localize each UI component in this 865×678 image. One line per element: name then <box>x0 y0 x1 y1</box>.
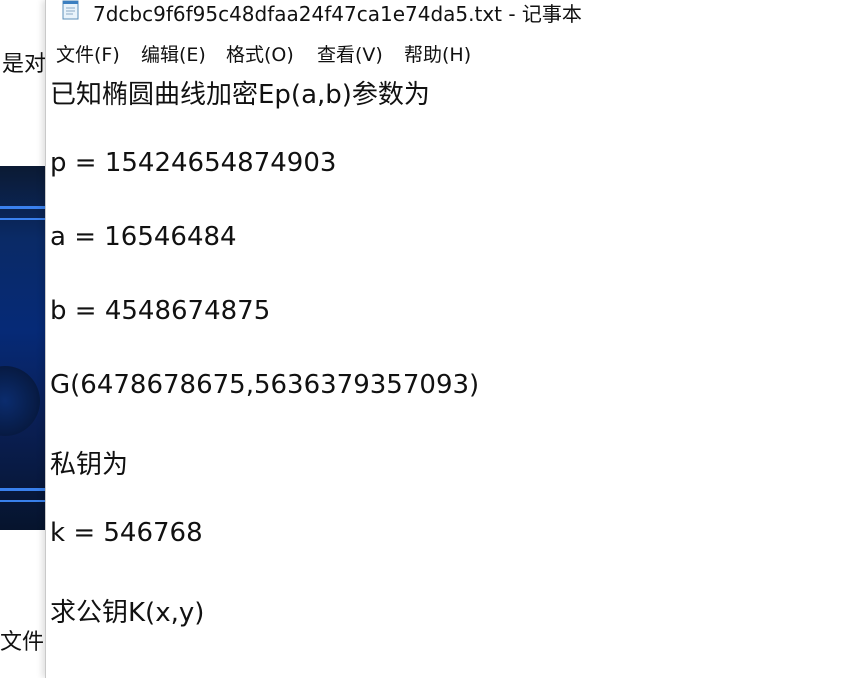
background-stripe <box>0 206 46 209</box>
menu-help[interactable]: 帮助(H) <box>404 40 471 67</box>
menu-bar: 文件(F) 编辑(E) 格式(O) 查看(V) 帮助(H) <box>46 36 865 69</box>
notepad-window[interactable]: 7dcbc9f6f95c48dfaa24f47ca1e74da5.txt - 记… <box>45 0 865 678</box>
background-stripe <box>0 488 46 491</box>
content-line: G(6478678675,5636379357093) <box>50 370 480 400</box>
background-image <box>0 166 46 530</box>
window-title: 7dcbc9f6f95c48dfaa24f47ca1e74da5.txt - 记… <box>93 2 582 26</box>
content-line: 已知椭圆曲线加密Ep(a,b)参数为 <box>50 80 430 110</box>
background-stripe <box>0 500 46 502</box>
content-line: p = 15424654874903 <box>50 148 337 178</box>
content-line: 私钥为 <box>50 450 129 480</box>
title-bar[interactable]: 7dcbc9f6f95c48dfaa24f47ca1e74da5.txt - 记… <box>46 0 865 30</box>
content-line: b = 4548674875 <box>50 296 271 326</box>
notepad-file-icon <box>62 0 79 20</box>
background-window: 是对 文件↩ <box>0 0 62 678</box>
content-line: a = 16546484 <box>50 222 237 252</box>
content-line: k = 546768 <box>50 518 203 548</box>
background-text-top: 是对 <box>2 52 47 77</box>
content-line: 求公钥K(x,y) <box>50 598 205 628</box>
background-stripe <box>0 218 46 220</box>
background-circle <box>0 366 40 436</box>
menu-view[interactable]: 查看(V) <box>317 40 383 67</box>
menu-file[interactable]: 文件(F) <box>56 40 120 67</box>
menu-format[interactable]: 格式(O) <box>226 40 294 67</box>
menu-edit[interactable]: 编辑(E) <box>141 40 206 67</box>
screen: 是对 文件↩ 7dcbc9f6f95c48dfaa24f47ca1e74da5.… <box>0 0 865 678</box>
text-editor[interactable]: 已知椭圆曲线加密Ep(a,b)参数为 p = 15424654874903 a … <box>46 68 865 678</box>
